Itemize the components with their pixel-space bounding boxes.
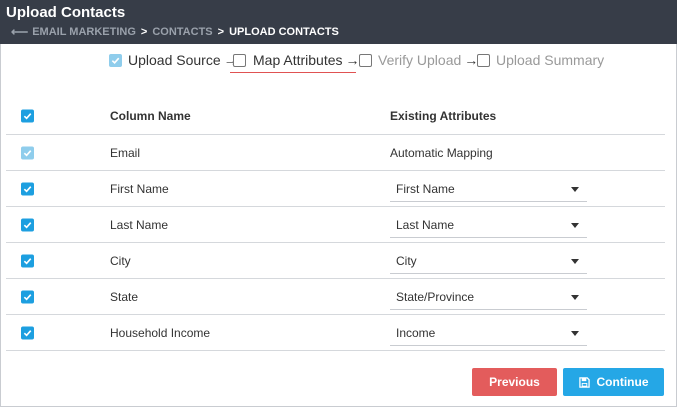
previous-button[interactable]: Previous — [472, 368, 557, 396]
caret-down-icon — [571, 259, 579, 264]
attribute-select-value: Income — [396, 326, 436, 340]
select-all-checkbox[interactable] — [21, 109, 34, 123]
column-name: Last Name — [110, 217, 169, 232]
column-name: First Name — [110, 181, 169, 196]
attribute-select[interactable]: Last Name — [390, 213, 587, 238]
table-row: Last Name Last Name — [6, 207, 665, 243]
arrow-left-icon[interactable]: ⟵ — [11, 25, 28, 39]
attribute-select[interactable]: Income — [390, 321, 587, 346]
continue-button[interactable]: Continue — [563, 368, 664, 396]
arrow-right-icon: → — [345, 52, 360, 68]
table-row: City City — [6, 243, 665, 279]
step-checkbox-unchecked — [477, 53, 490, 67]
step-upload-summary[interactable]: Upload Summary — [477, 52, 604, 68]
existing-attributes-header: Existing Attributes — [390, 109, 497, 123]
breadcrumb-separator: > — [217, 26, 225, 38]
row-checkbox[interactable] — [21, 290, 34, 303]
caret-down-icon — [571, 223, 579, 228]
table-row: First Name First Name — [6, 171, 665, 207]
attribute-mapping-table: Column Name Existing Attributes Email Au… — [6, 98, 665, 351]
row-checkbox-disabled — [21, 146, 34, 159]
breadcrumb: ⟵ EMAIL MARKETING > CONTACTS > UPLOAD CO… — [11, 25, 339, 39]
table-row: Email Automatic Mapping — [6, 135, 665, 171]
column-name: State — [110, 289, 139, 304]
breadcrumb-email-marketing[interactable]: EMAIL MARKETING — [32, 26, 136, 38]
step-label: Upload Summary — [496, 52, 605, 68]
save-icon — [578, 376, 590, 388]
step-label: Upload Source — [128, 52, 221, 68]
caret-down-icon — [571, 187, 579, 192]
attribute-select-value: Last Name — [396, 218, 455, 232]
active-step-indicator — [230, 72, 356, 73]
step-verify-upload[interactable]: Verify Upload → — [359, 52, 478, 68]
table-row: State State/Province — [6, 279, 665, 315]
attribute-select[interactable]: First Name — [390, 177, 587, 202]
caret-down-icon — [571, 331, 579, 336]
breadcrumb-separator: > — [140, 26, 148, 38]
attribute-select-value: City — [396, 254, 417, 268]
attribute-select[interactable]: City — [390, 249, 587, 274]
caret-down-icon — [571, 295, 579, 300]
page-title: Upload Contacts — [6, 4, 126, 21]
column-name-header: Column Name — [110, 109, 191, 123]
row-checkbox[interactable] — [21, 326, 34, 339]
step-label: Verify Upload — [378, 52, 462, 68]
attribute-select-value: First Name — [396, 182, 455, 196]
column-name: Email — [110, 145, 141, 160]
table-header-row: Column Name Existing Attributes — [6, 98, 665, 135]
attribute-select[interactable]: State/Province — [390, 285, 587, 310]
step-checkbox-unchecked — [233, 53, 246, 67]
table-row: Household Income Income — [6, 315, 665, 351]
attribute-value: Automatic Mapping — [390, 145, 493, 160]
column-name: Household Income — [110, 325, 211, 340]
step-upload-source[interactable]: Upload Source → — [109, 52, 238, 68]
step-checkbox-checked — [109, 53, 122, 67]
step-label: Map Attributes — [253, 52, 343, 68]
step-map-attributes[interactable]: Map Attributes → — [233, 52, 360, 68]
row-checkbox[interactable] — [21, 254, 34, 267]
page-header: Upload Contacts ⟵ EMAIL MARKETING > CONT… — [0, 0, 677, 44]
column-name: City — [110, 253, 131, 268]
continue-button-label: Continue — [596, 375, 649, 389]
wizard-steps: Upload Source → Map Attributes → Verify … — [0, 52, 677, 74]
breadcrumb-current: UPLOAD CONTACTS — [229, 26, 339, 38]
breadcrumb-contacts[interactable]: CONTACTS — [152, 26, 212, 38]
row-checkbox[interactable] — [21, 218, 34, 231]
row-checkbox[interactable] — [21, 182, 34, 195]
step-checkbox-unchecked — [359, 53, 372, 67]
attribute-select-value: State/Province — [396, 290, 475, 304]
